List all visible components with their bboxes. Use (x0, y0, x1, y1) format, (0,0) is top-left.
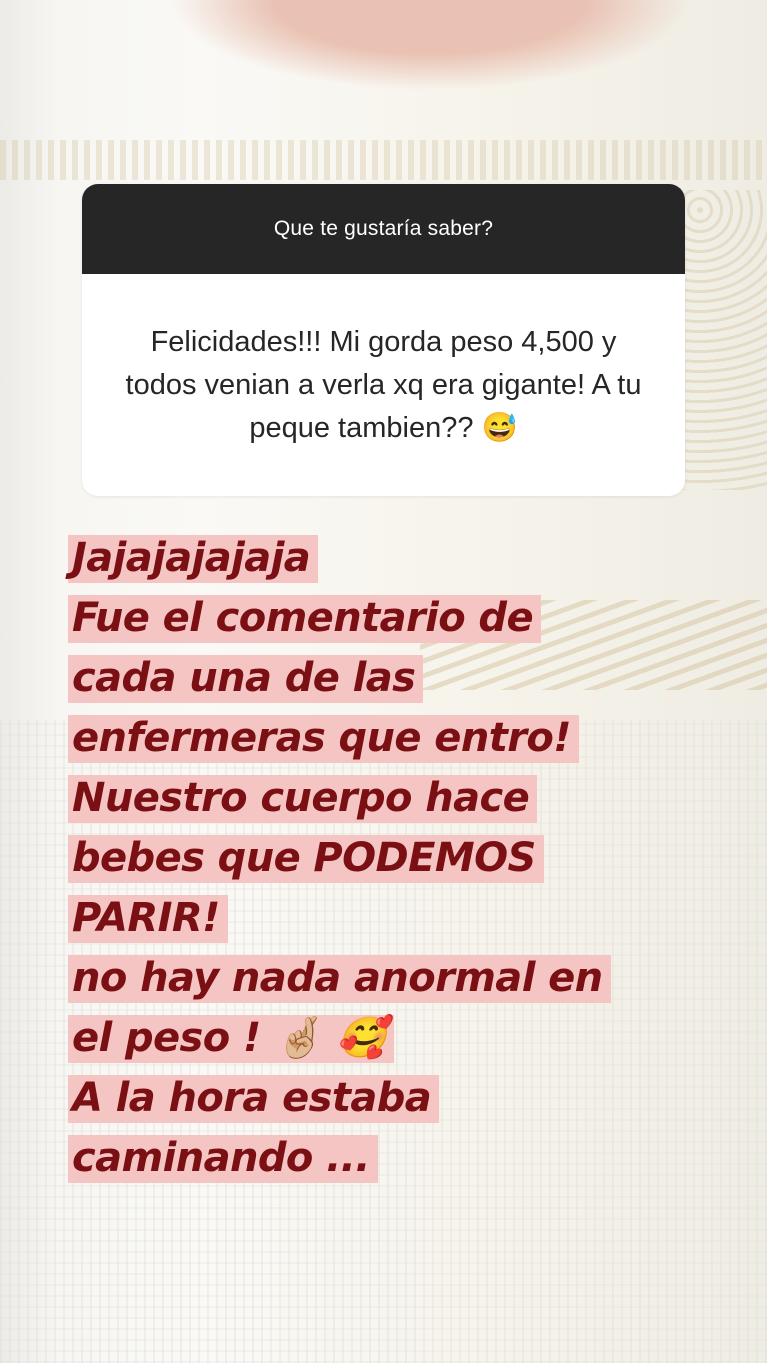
lace-trim-right-decoration (680, 190, 767, 490)
reply-line: bebes que PODEMOS (68, 830, 708, 890)
reply-line: Nuestro cuerpo hace (68, 770, 708, 830)
reply-text-block: Jajajajajaja Fue el comentario de cada u… (68, 530, 708, 1190)
reply-line: caminando ... (68, 1130, 708, 1190)
question-response-text: Felicidades!!! Mi gorda peso 4,500 y tod… (125, 325, 642, 444)
reply-line: Jajajajajaja (68, 530, 708, 590)
reply-line: enfermeras que entro! (68, 710, 708, 770)
reply-line: el peso ! 🤞🏼 🥰 (68, 1010, 708, 1070)
lace-trim-decoration (0, 140, 767, 180)
question-sticker[interactable]: Que te gustaría saber? Felicidades!!! Mi… (82, 184, 685, 496)
question-header: Que te gustaría saber? (82, 184, 685, 274)
reply-line: PARIR! (68, 890, 708, 950)
reply-line: A la hora estaba (68, 1070, 708, 1130)
reply-line: Fue el comentario de (68, 590, 708, 650)
reply-line: no hay nada anormal en (68, 950, 708, 1010)
reply-line: cada una de las (68, 650, 708, 710)
